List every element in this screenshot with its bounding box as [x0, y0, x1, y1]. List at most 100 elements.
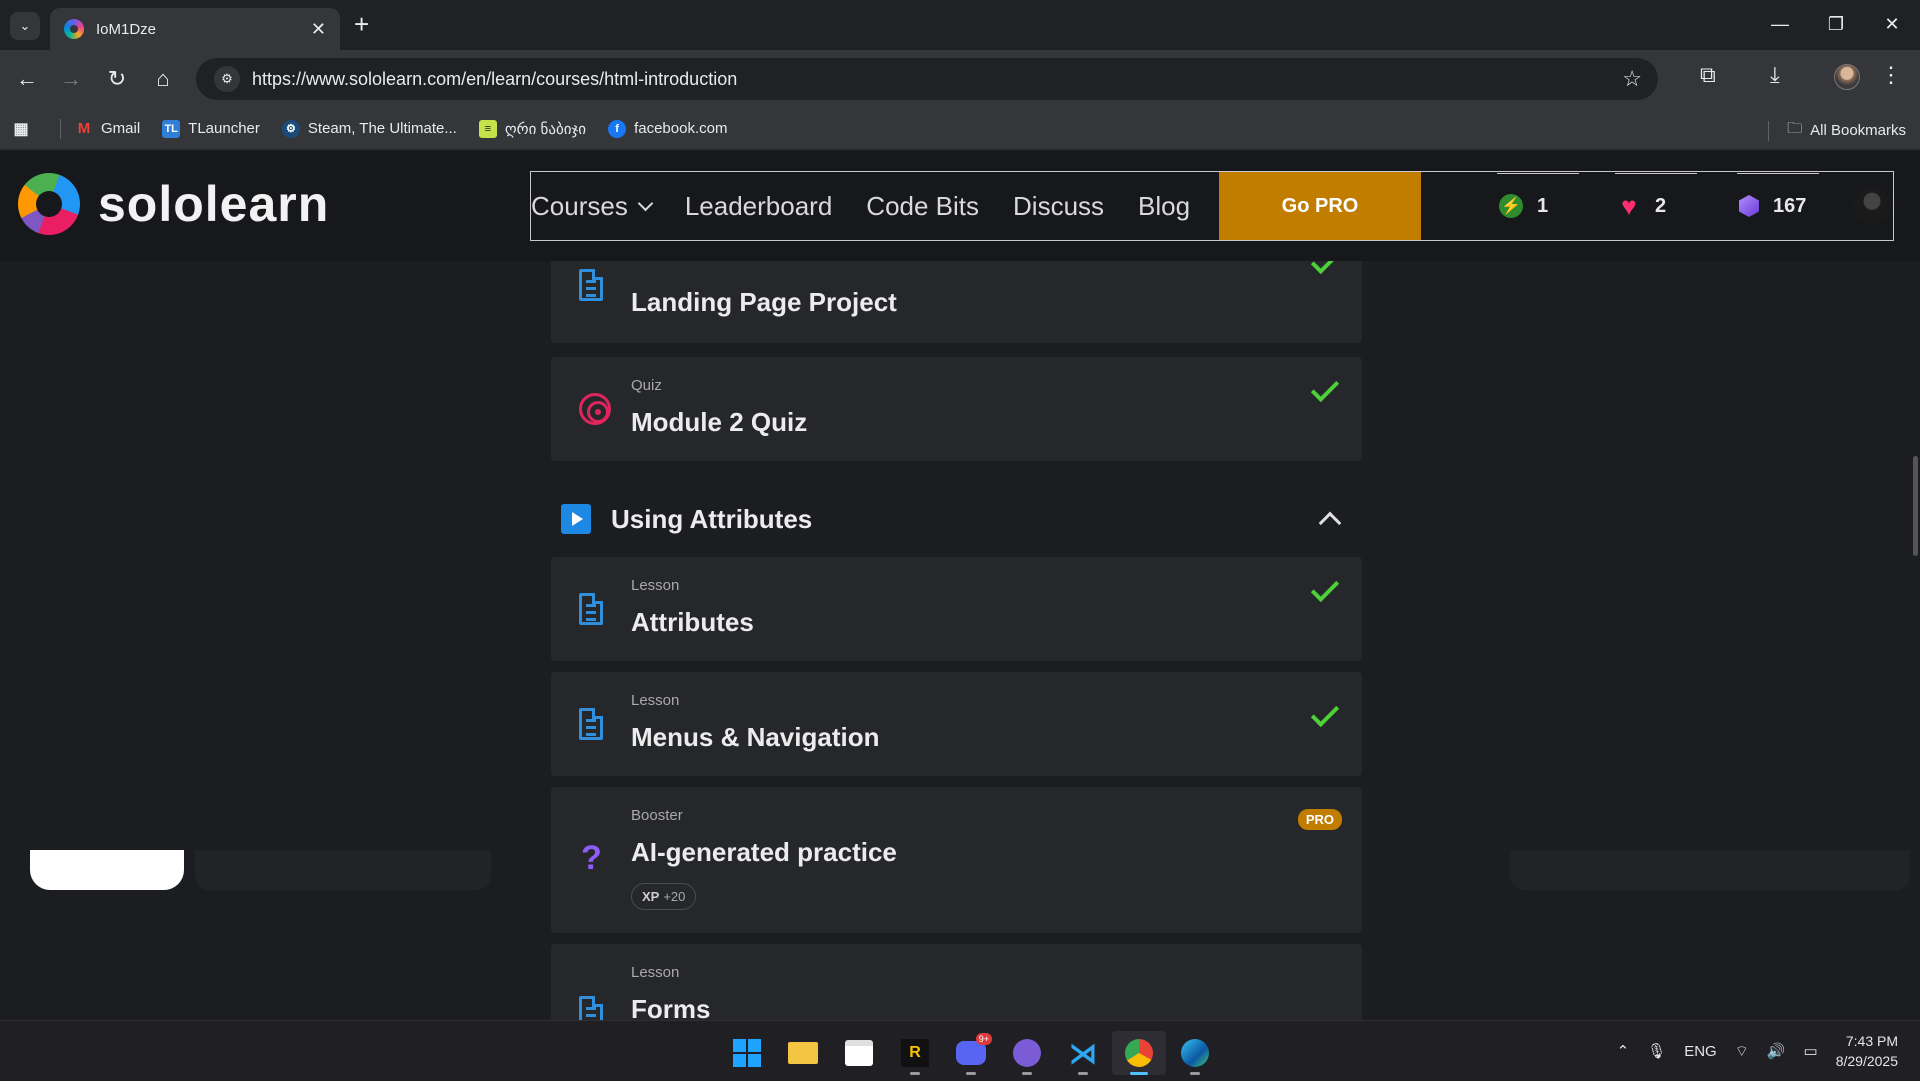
discord-app[interactable]: 9+ [944, 1031, 998, 1075]
tab-title: IoM1Dze [96, 20, 157, 38]
back-icon[interactable]: ← [12, 64, 42, 94]
chevron-up-icon[interactable]: ⌃ [1617, 1042, 1630, 1060]
reload-icon[interactable]: ↻ [102, 64, 132, 94]
windows-taskbar: R 9+ ⋊ ⌃ 🎙 ENG ⌔ 🔊 ▭ 7:43 PM 8/29/2025 [0, 1020, 1920, 1080]
floating-media-bar[interactable] [195, 850, 491, 890]
xp-label: XP [642, 889, 660, 904]
bookmark-star-icon[interactable]: ☆ [1622, 66, 1642, 92]
forward-icon[interactable]: → [56, 64, 86, 94]
new-tab-button[interactable]: + [354, 10, 369, 38]
course-item-card[interactable]: Lesson Forms [551, 944, 1362, 1020]
minimize-icon[interactable]: — [1752, 0, 1808, 50]
item-title: Menus & Navigation [631, 722, 880, 752]
question-icon: ? [581, 839, 602, 877]
floating-widget[interactable] [30, 850, 184, 890]
tab-search-button[interactable]: ⌄ [10, 12, 40, 40]
module-play-icon [561, 504, 591, 534]
sololearn-logo-icon [18, 173, 80, 235]
user-avatar[interactable] [1853, 186, 1891, 224]
collapse-chevron-icon[interactable] [1318, 511, 1342, 535]
chevron-down-icon [637, 195, 654, 211]
wifi-icon[interactable]: ⌔ [1735, 1042, 1749, 1061]
item-kind: Lesson [631, 964, 680, 981]
bookmark-label: Steam, The Ultimate... [307, 120, 457, 137]
restore-icon[interactable]: ❐ [1808, 0, 1864, 50]
bookmark-tlauncher[interactable]: TL TLauncher [162, 119, 260, 138]
course-item-card[interactable]: Lesson Attributes [551, 557, 1362, 661]
battery-icon[interactable]: ▭ [1804, 1042, 1818, 1060]
item-title: Module 2 Quiz [631, 407, 808, 437]
facebook-icon: f [608, 119, 627, 138]
bookmarks-divider [1768, 120, 1770, 141]
page-scrollbar[interactable] [1913, 456, 1918, 556]
taskbar-apps: R 9+ ⋊ [720, 1031, 1224, 1075]
hearts-counter[interactable]: ♥ 2 [1614, 172, 1698, 240]
close-window-icon[interactable]: ✕ [1864, 0, 1920, 50]
microphone-icon[interactable]: 🎙 [1647, 1042, 1666, 1060]
module-header-using-attributes[interactable]: Using Attributes [551, 487, 1362, 551]
bookmark-facebook[interactable]: f facebook.com [608, 119, 727, 138]
chrome-app[interactable] [1112, 1031, 1166, 1075]
go-pro-button[interactable]: Go PRO [1219, 172, 1421, 240]
profile-avatar[interactable] [1834, 64, 1860, 90]
apps-grid-icon[interactable]: ▦ [12, 120, 38, 138]
floating-tray-bar[interactable] [1510, 850, 1910, 890]
streak-counter[interactable]: ⚡ 1 [1496, 172, 1580, 240]
language-indicator[interactable]: ENG [1684, 1043, 1717, 1060]
home-icon[interactable]: ⌂ [148, 64, 178, 94]
completed-check-icon [1310, 573, 1340, 603]
nav-leaderboard[interactable]: Leaderboard [685, 191, 832, 222]
bookmarks-divider [60, 118, 61, 139]
github-app[interactable] [1000, 1031, 1054, 1075]
clock[interactable]: 7:43 PM 8/29/2025 [1836, 1031, 1898, 1071]
sololearn-logo[interactable]: sololearn [18, 173, 329, 235]
gmail-icon: M [77, 120, 91, 137]
browser-toolbar: ← → ↻ ⌂ ⚙ https://www.sololearn.com/en/l… [0, 50, 1920, 108]
clock-date: 8/29/2025 [1835, 1053, 1898, 1069]
chrome-icon [1125, 1039, 1153, 1067]
sololearn-favicon-icon [64, 19, 84, 39]
site-info-icon[interactable]: ⚙ [214, 66, 240, 92]
nav-blog[interactable]: Blog [1138, 191, 1190, 222]
start-button[interactable] [720, 1031, 774, 1075]
bookmark-steam[interactable]: ⚙ Steam, The Ultimate... [281, 119, 457, 138]
nav-courses[interactable]: Courses [531, 191, 654, 222]
github-icon [1013, 1039, 1041, 1067]
vscode-app[interactable]: ⋊ [1056, 1031, 1110, 1075]
browser-tab[interactable]: IoM1Dze ✕ [50, 8, 340, 50]
bookmarks-bar: ▦ M Gmail TL TLauncher ⚙ Steam, The Ultimat… [0, 108, 1920, 150]
browser-menu-icon[interactable]: ⋮ [1880, 62, 1902, 88]
nav-discuss[interactable]: Discuss [1013, 191, 1104, 222]
course-item-card[interactable]: ? Booster AI-generated practice PRO XP +2… [551, 787, 1362, 933]
course-item-card[interactable]: Lesson Menus & Navigation [551, 672, 1362, 776]
nav-code-bits[interactable]: Code Bits [866, 191, 979, 222]
completed-check-icon [1310, 698, 1340, 728]
xp-pill: XP +20 [631, 883, 697, 910]
edge-app[interactable] [1168, 1031, 1222, 1075]
download-icon[interactable]: ⤓ [1770, 62, 1780, 88]
completed-check-icon [1310, 373, 1340, 403]
address-bar[interactable]: ⚙ https://www.sololearn.com/en/learn/cou… [196, 58, 1658, 100]
bits-counter[interactable]: 167 [1736, 172, 1820, 240]
store-app[interactable] [832, 1031, 886, 1075]
steam-icon: ⚙ [281, 119, 300, 138]
bits-value: 167 [1773, 194, 1807, 217]
file-explorer-app[interactable] [776, 1031, 830, 1075]
tab-close-icon[interactable]: ✕ [311, 19, 326, 40]
volume-icon[interactable]: 🔊 [1767, 1042, 1786, 1060]
bookmark-gmail[interactable]: M Gmail [75, 120, 140, 138]
item-kind: Quiz [631, 377, 662, 394]
item-kind: Booster [631, 807, 683, 824]
rider-app[interactable]: R [888, 1031, 942, 1075]
hearts-value: 2 [1655, 194, 1667, 217]
folder-icon: 🗀 [1787, 120, 1803, 137]
logo-text: sololearn [98, 176, 330, 232]
bookmark-georgian-site[interactable]: ≡ ღრი ნაბიჯი [478, 119, 586, 138]
bookmark-label: Gmail [101, 120, 141, 137]
url-text[interactable]: https://www.sololearn.com/en/learn/cours… [252, 69, 1622, 90]
extensions-icon[interactable]: ⧉ [1700, 62, 1716, 88]
course-item-card[interactable]: Quiz Module 2 Quiz [551, 357, 1362, 461]
vscode-icon: ⋊ [1069, 1037, 1097, 1069]
all-bookmarks-button[interactable]: 🗀 All Bookmarks [1768, 118, 1906, 143]
pro-badge: PRO [1297, 809, 1342, 830]
